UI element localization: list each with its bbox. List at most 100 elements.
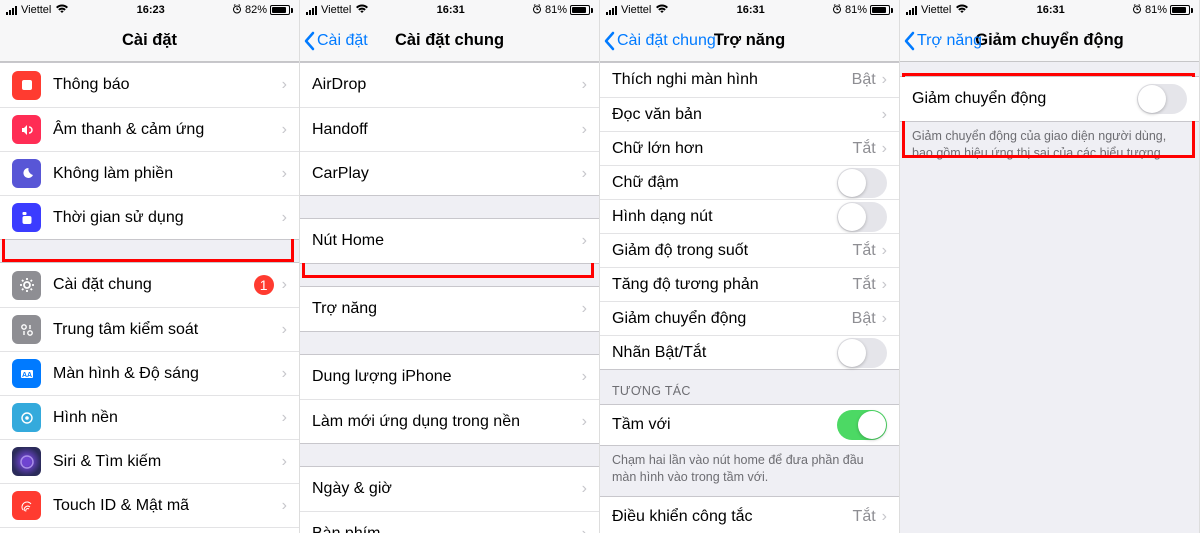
gear-icon <box>12 271 41 300</box>
row-label: Cài đặt chung <box>53 276 254 294</box>
row-reachability[interactable]: Tầm với <box>600 405 899 445</box>
settings-row-sos[interactable]: SOS SOS khẩn cấp › <box>0 527 299 533</box>
chevron-right-icon: › <box>582 232 587 250</box>
onoff-labels-toggle[interactable] <box>837 338 887 368</box>
nav-back-label: Trợ năng <box>917 32 982 50</box>
chevron-right-icon: › <box>282 409 287 427</box>
settings-row-general[interactable]: Cài đặt chung 1 › <box>0 263 299 307</box>
settings-row-screentime[interactable]: Thời gian sử dụng › <box>0 195 299 239</box>
nav-back-button[interactable]: Cài đặt <box>304 20 368 61</box>
chevron-right-icon: › <box>582 76 587 94</box>
chevron-right-icon: › <box>582 165 587 183</box>
battery-pct-label: 82% <box>245 4 267 16</box>
nav-bar: Cài đặt Cài đặt chung <box>300 20 599 62</box>
battery-icon <box>270 5 293 15</box>
row-label: Thích nghi màn hình <box>612 71 852 89</box>
chevron-right-icon: › <box>882 140 887 158</box>
chevron-right-icon: › <box>282 453 287 471</box>
row-onoff-labels[interactable]: Nhãn Bật/Tắt <box>600 335 899 369</box>
row-value: Tắt <box>853 508 876 526</box>
nav-bar: Cài đặt <box>0 20 299 62</box>
row-value: Bật <box>852 310 876 328</box>
settings-row-notifications[interactable]: Thông báo › <box>0 63 299 107</box>
notification-badge: 1 <box>254 275 274 295</box>
row-label: Làm mới ứng dụng trong nền <box>312 413 582 431</box>
chevron-right-icon: › <box>282 76 287 94</box>
alarm-icon <box>532 4 542 17</box>
settings-row-display[interactable]: AA Màn hình & Độ sáng › <box>0 351 299 395</box>
row-home-button[interactable]: Nút Home› <box>300 219 599 263</box>
row-accessibility[interactable]: Trợ năng› <box>300 287 599 331</box>
row-label: Siri & Tìm kiếm <box>53 453 282 471</box>
row-date-time[interactable]: Ngày & giờ› <box>300 467 599 511</box>
row-speech[interactable]: Đọc văn bản› <box>600 97 899 131</box>
chevron-right-icon: › <box>282 276 287 294</box>
chevron-right-icon: › <box>582 300 587 318</box>
button-shapes-toggle[interactable] <box>837 202 887 232</box>
row-carplay[interactable]: CarPlay› <box>300 151 599 195</box>
notifications-icon <box>12 71 41 100</box>
row-larger-text[interactable]: Chữ lớn hơnTắt › <box>600 131 899 165</box>
row-switch-control[interactable]: Điều khiển công tắcTắt › <box>600 497 899 533</box>
chevron-right-icon: › <box>582 121 587 139</box>
settings-row-siri[interactable]: Siri & Tìm kiếm › <box>0 439 299 483</box>
row-value: Bật <box>852 71 876 89</box>
row-increase-contrast[interactable]: Tăng độ tương phảnTắt› <box>600 267 899 301</box>
sound-icon <box>12 115 41 144</box>
settings-row-sound[interactable]: Âm thanh & cảm ứng › <box>0 107 299 151</box>
nav-back-button[interactable]: Cài đặt chung <box>604 20 716 61</box>
row-bold-text[interactable]: Chữ đậm <box>600 165 899 199</box>
nav-title: Trợ năng <box>714 31 785 50</box>
phone-accessibility: Viettel 16:31 81% Cài đặt chung Trợ năng… <box>600 0 900 533</box>
chevron-right-icon: › <box>882 71 887 89</box>
battery-pct-label: 81% <box>1145 4 1167 16</box>
row-airdrop[interactable]: AirDrop› <box>300 63 599 107</box>
chevron-right-icon: › <box>282 121 287 139</box>
row-label: Giảm chuyển động <box>612 310 852 328</box>
nav-back-button[interactable]: Trợ năng <box>904 20 982 61</box>
row-label: Chữ đậm <box>612 174 837 192</box>
row-value: Tắt <box>853 242 876 260</box>
row-background-refresh[interactable]: Làm mới ứng dụng trong nền› <box>300 399 599 443</box>
row-iphone-storage[interactable]: Dung lượng iPhone› <box>300 355 599 399</box>
settings-row-control-center[interactable]: Trung tâm kiểm soát › <box>0 307 299 351</box>
settings-row-touchid[interactable]: Touch ID & Mật mã › <box>0 483 299 527</box>
settings-row-wallpaper[interactable]: Hình nền › <box>0 395 299 439</box>
row-label: Chữ lớn hơn <box>612 140 853 158</box>
row-label: Dung lượng iPhone <box>312 368 582 386</box>
signal-icon <box>6 6 17 15</box>
row-handoff[interactable]: Handoff› <box>300 107 599 151</box>
touchid-icon <box>12 491 41 520</box>
row-value: Tắt <box>853 140 876 158</box>
phone-reduce-motion: Viettel 16:31 81% Trợ năng Giảm chuyển đ… <box>900 0 1200 533</box>
dnd-icon <box>12 159 41 188</box>
status-bar: Viettel 16:23 82% <box>0 0 299 20</box>
reduce-motion-toggle[interactable] <box>1137 84 1187 114</box>
row-label: Tầm với <box>612 416 837 434</box>
row-reduce-motion-toggle[interactable]: Giảm chuyển động <box>900 77 1199 121</box>
reachability-footer: Chạm hai lần vào nút home để đưa phần đầ… <box>600 446 899 496</box>
settings-row-dnd[interactable]: Không làm phiền › <box>0 151 299 195</box>
row-display-accommodations[interactable]: Thích nghi màn hìnhBật › <box>600 63 899 97</box>
bold-text-toggle[interactable] <box>837 168 887 198</box>
row-label: Bàn phím <box>312 525 582 533</box>
battery-icon <box>1170 5 1193 15</box>
wallpaper-icon <box>12 403 41 432</box>
row-keyboard[interactable]: Bàn phím› <box>300 511 599 533</box>
row-reduce-motion[interactable]: Giảm chuyển độngBật› <box>600 301 899 335</box>
row-label: Điều khiển công tắc <box>612 508 853 526</box>
row-label: Hình nền <box>53 409 282 427</box>
section-header-interaction: TƯƠNG TÁC <box>600 370 899 404</box>
row-label: Handoff <box>312 121 582 139</box>
row-label: Màn hình & Độ sáng <box>53 365 282 383</box>
row-button-shapes[interactable]: Hình dạng nút <box>600 199 899 233</box>
row-label: Trợ năng <box>312 300 582 318</box>
phone-settings: Viettel 16:23 82% Cài đặt Thông báo › <box>0 0 300 533</box>
reachability-toggle[interactable] <box>837 410 887 440</box>
chevron-right-icon: › <box>582 480 587 498</box>
chevron-right-icon: › <box>882 242 887 260</box>
chevron-right-icon: › <box>882 508 887 526</box>
carrier-label: Viettel <box>321 4 351 16</box>
status-bar: Viettel 16:31 81% <box>300 0 599 20</box>
row-reduce-transparency[interactable]: Giảm độ trong suốtTắt› <box>600 233 899 267</box>
